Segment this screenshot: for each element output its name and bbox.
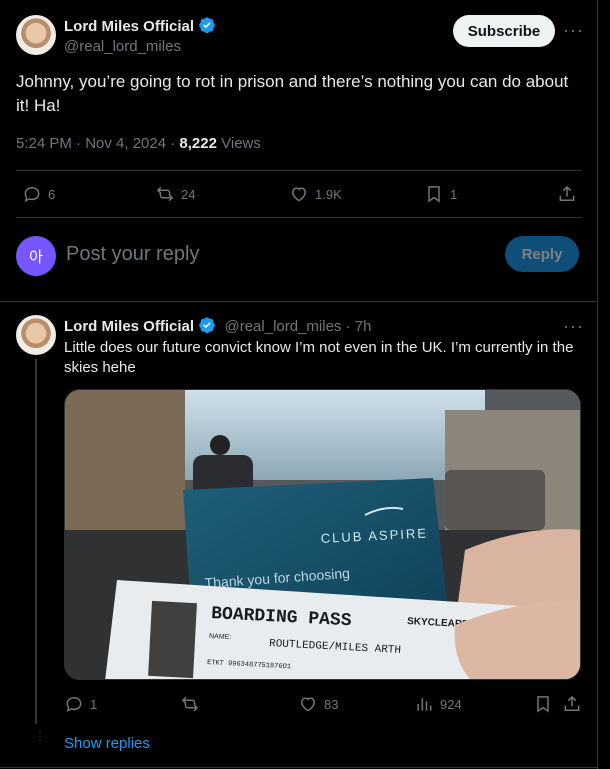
reply-like-count: 83 [324,696,339,712]
avatar[interactable] [16,15,56,55]
reply-text: Little does our future convict know I’m … [64,339,574,376]
bookmark-icon [428,186,440,203]
repost-count: 24 [181,186,196,202]
name-label-text: NAME: [209,633,232,641]
author-block: Lord Miles Official @real_lord_miles [64,16,216,55]
reply-author-name[interactable]: Lord Miles Official [64,318,194,335]
reply-more-options-icon[interactable]: ··· [563,316,584,337]
like-action[interactable]: 1.9K [289,184,342,204]
verified-badge-icon [199,17,215,34]
share-action[interactable] [557,184,583,204]
thread-line [35,359,37,724]
share-icon [564,695,580,711]
reply-action[interactable]: 6 [22,184,55,204]
reply-avatar[interactable] [16,315,56,355]
heart-icon [291,187,307,202]
show-replies-link[interactable]: Show replies [64,735,150,752]
tweet-timestamp[interactable]: 5:24 PM · Nov 4, 2024 · [16,135,179,152]
reply-input[interactable]: Post your reply [66,243,486,266]
bookmark-action[interactable]: 1 [424,184,457,204]
timeline-column: Lord Miles Official @real_lord_miles Sub… [0,0,598,769]
tweet-meta: 5:24 PM · Nov 4, 2024 · 8,222 Views [16,135,261,152]
reply-icon [24,186,40,203]
tweet-photo[interactable]: CLUB ASPIRE Thank you for choosing BOARD… [64,389,581,680]
views-count: 8,222 [179,135,217,152]
reply-views-action[interactable]: 924 [414,694,462,714]
verified-badge-icon [199,317,215,334]
reply-reply-action[interactable]: 1 [64,694,97,714]
author-name[interactable]: Lord Miles Official [64,18,194,35]
reply-share-action[interactable] [562,694,588,714]
subscribe-button[interactable]: Subscribe [453,15,555,47]
heart-icon [300,697,316,712]
reply-reply-count: 1 [90,696,98,712]
bookmark-count: 1 [450,186,458,202]
more-options-icon[interactable]: ··· [563,20,584,41]
author-handle[interactable]: @real_lord_miles [64,38,216,55]
divider [16,170,582,171]
section-divider [0,301,598,302]
reply-repost-action[interactable] [180,694,206,714]
divider [16,217,582,218]
tweet-text: Johnny, you’re going to rot in prison an… [16,72,569,115]
reply-author-handle[interactable]: @real_lord_miles [224,318,341,335]
reply-bookmark-action[interactable] [533,694,559,714]
views-label: Views [216,135,261,152]
repost-icon [156,186,174,202]
share-icon [559,185,575,201]
bookmark-icon [537,696,549,713]
reply-icon [66,696,82,713]
reply-count: 6 [48,186,56,202]
repost-icon [181,696,199,712]
reply-like-action[interactable]: 83 [298,694,338,714]
reply-button[interactable]: Reply [505,236,579,272]
thread-dots-icon: ⋮ [34,729,46,743]
lounge-photo-illustration: CLUB ASPIRE Thank you for choosing BOARD… [65,390,580,679]
current-user-avatar[interactable]: 아 [16,236,56,276]
reply-views-count: 924 [440,696,462,712]
repost-action[interactable]: 24 [155,184,195,204]
reply-author-block: Lord Miles Official @real_lord_miles · 7… [64,316,371,336]
analytics-icon [417,698,432,711]
like-count: 1.9K [315,186,342,202]
reply-age[interactable]: · 7h [341,318,372,335]
bottom-divider [0,767,598,768]
